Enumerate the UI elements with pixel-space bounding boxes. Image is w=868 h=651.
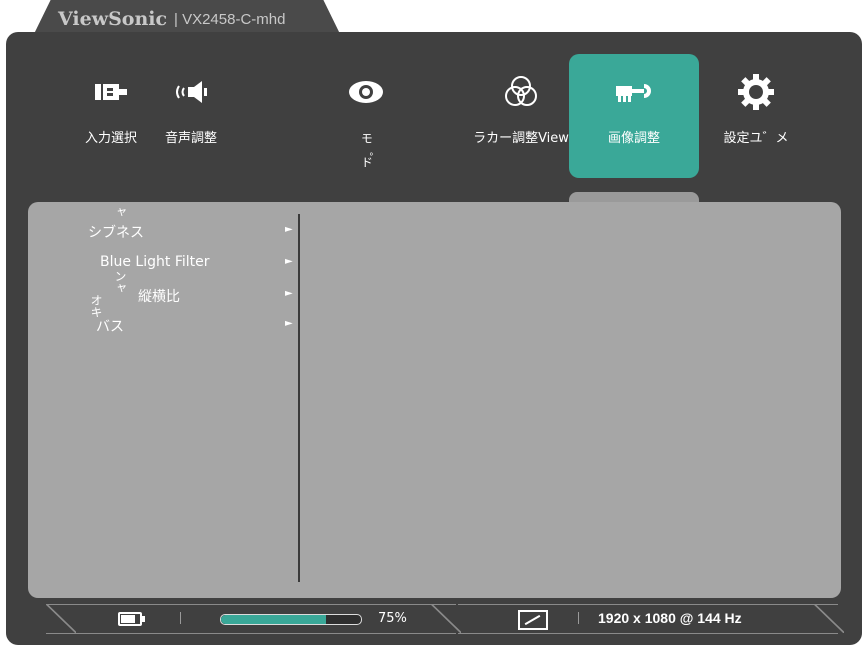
menu-item-label: バス bbox=[96, 319, 124, 335]
menu-item-label: 縦横比 bbox=[138, 289, 180, 305]
panel-divider bbox=[298, 214, 300, 582]
menu-item-overscan[interactable]: バス ► bbox=[96, 314, 298, 338]
menu-item-label: Blue Light Filter bbox=[100, 254, 210, 270]
tab-audio[interactable]: 音声調整 bbox=[151, 54, 231, 178]
tab-image-label: 画像調整 bbox=[607, 131, 660, 146]
tab-audio-label: 音声調整 bbox=[164, 131, 217, 146]
progress-fill bbox=[221, 615, 326, 624]
model-name: | VX2458-C-mhd bbox=[174, 11, 285, 28]
menu-prefix-0: ャ bbox=[113, 206, 127, 218]
tab-color[interactable]: ラカー調整View bbox=[456, 54, 586, 178]
arrow-right-icon: ► bbox=[285, 318, 293, 329]
progress-text: 75% bbox=[378, 611, 407, 626]
resolution-text: 1920 x 1080 @ 144 Hz bbox=[598, 610, 742, 626]
image-adjust-icon bbox=[616, 84, 651, 102]
tab-input-label: 入力選択 bbox=[84, 131, 137, 146]
input-source-icon bbox=[95, 84, 127, 100]
progress-bar bbox=[220, 614, 362, 625]
menu-item-sharpness[interactable]: シブネス ► bbox=[88, 220, 298, 244]
arrow-right-icon: ► bbox=[285, 256, 293, 267]
tab-setup[interactable]: 設定ユ゛メ bbox=[706, 54, 806, 178]
tab-view-label: モ゜ド bbox=[359, 132, 374, 168]
osd-frame: 入力選択 音声調整 モ゜ド ラカー調整View 画像調整 設定ユ゛メ ャ シブネ… bbox=[6, 32, 862, 645]
color-circles-icon bbox=[505, 76, 537, 106]
brand-logo: ViewSonic bbox=[58, 8, 168, 30]
tab-setup-label: 設定ユ゛メ bbox=[723, 131, 789, 146]
gear-icon bbox=[738, 74, 774, 110]
menu-item-blue-light-filter[interactable]: Blue Light Filter ► bbox=[100, 252, 298, 276]
menu-item-label: シブネス bbox=[88, 225, 144, 241]
speaker-icon bbox=[176, 81, 207, 103]
model-text: VX2458-C-mhd bbox=[182, 11, 286, 28]
model-separator: | bbox=[174, 11, 178, 28]
tab-color-label: ラカー調整View bbox=[473, 131, 569, 146]
submenu-panel: ャ シブネス ► Blue Light Filter ► ンャ 縦横比 ► オキ… bbox=[28, 202, 841, 598]
battery-icon bbox=[118, 612, 145, 626]
tab-image[interactable]: 画像調整 bbox=[569, 54, 699, 178]
menu-prefix-2: ンャ bbox=[113, 270, 127, 294]
arrow-right-icon: ► bbox=[285, 224, 293, 235]
status-bar: 75% 1920 x 1080 @ 144 Hz bbox=[26, 604, 844, 634]
arrow-right-icon: ► bbox=[285, 288, 293, 299]
eye-icon bbox=[349, 81, 383, 103]
tab-view[interactable]: モ゜ド bbox=[331, 54, 401, 178]
tab-input[interactable]: 入力選択 bbox=[66, 54, 156, 178]
aspect-ratio-icon bbox=[518, 610, 548, 630]
menu-item-aspect-ratio[interactable]: 縦横比 ► bbox=[138, 284, 298, 308]
